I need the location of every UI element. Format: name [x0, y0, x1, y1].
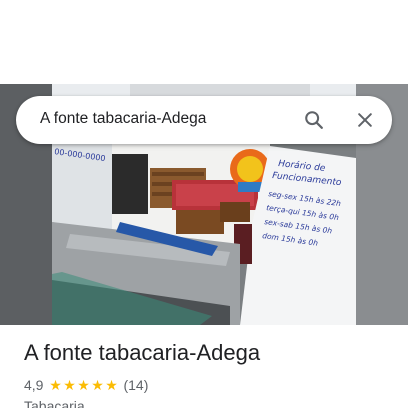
search-bar[interactable]: A fonte tabacaria-Adega — [16, 96, 392, 144]
star-icon: ★ — [49, 377, 62, 393]
place-category: Tabacaria — [24, 398, 85, 408]
star-rating: ★ ★ ★ ★ ★ — [48, 378, 118, 392]
star-icon: ★ — [91, 377, 104, 393]
review-count[interactable]: (14) — [123, 377, 148, 393]
place-title: A fonte tabacaria-Adega — [24, 340, 261, 365]
star-icon: ★ — [105, 377, 118, 393]
star-icon: ★ — [77, 377, 90, 393]
search-input[interactable]: A fonte tabacaria-Adega — [40, 110, 206, 128]
star-icon: ★ — [63, 377, 76, 393]
rating-row[interactable]: 4,9 ★ ★ ★ ★ ★ (14) — [24, 376, 148, 394]
search-icon[interactable] — [298, 104, 330, 136]
close-icon[interactable] — [349, 104, 381, 136]
rating-value: 4,9 — [24, 377, 44, 393]
